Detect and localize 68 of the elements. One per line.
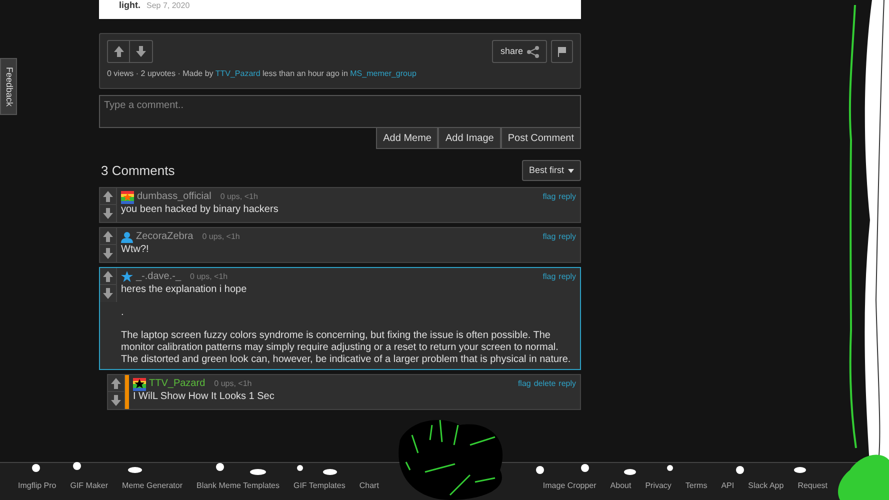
flag-button[interactable] (551, 40, 573, 63)
up-arrow-icon (114, 46, 124, 57)
comment-text: The laptop screen fuzzy colors syndrome is concerning, but fixing the issue is often possible. The monitor calibration patterns may simply require adjusting or a reset to return your screen to normal. The distorted and green look can, however, be indicative of a larger problem that is physical in nature. (121, 330, 572, 366)
comment-username[interactable]: ZecoraZebra (136, 230, 194, 244)
up-arrow-icon (103, 270, 113, 282)
sort-dropdown[interactable]: Best first (522, 160, 581, 181)
comment-meta: 0 ups, <1h (190, 271, 228, 283)
author-link[interactable]: TTV_Pazard (215, 69, 260, 78)
avatar-icon (121, 190, 134, 204)
flag-icon (558, 46, 566, 56)
comment-action-link[interactable]: reply (558, 190, 576, 204)
image-date: Sep 7, 2020 (146, 1, 190, 10)
comment-username[interactable]: TTV_Pazard (149, 377, 206, 391)
footer-link[interactable]: Terms (685, 480, 708, 492)
comment-action-link[interactable]: reply (558, 377, 576, 391)
footer-link[interactable]: Slack App (748, 480, 784, 492)
comments-heading: 3 Comments (101, 162, 175, 180)
comment-action-button[interactable]: Add Meme (376, 128, 438, 149)
footer-link[interactable]: Meme Generator (122, 480, 182, 492)
user-icon (121, 231, 133, 243)
comment-meta: 0 ups, <1h (202, 231, 240, 243)
feedback-tab[interactable]: Feedback (0, 58, 17, 115)
footer-link[interactable]: Privacy (645, 480, 672, 492)
comment-text: Wtw?! (121, 244, 150, 256)
group-link[interactable]: MS_memer_group (350, 69, 416, 78)
down-arrow-icon (103, 288, 113, 299)
footer-link[interactable]: Blank Meme Templates (196, 480, 280, 492)
comment-action-link[interactable]: flag (518, 377, 531, 391)
footer-link[interactable]: Request (798, 480, 828, 492)
down-arrow-icon (111, 395, 121, 406)
comment-text: heres the explanation i hope (121, 284, 248, 296)
down-arrow-icon (103, 248, 113, 259)
star-icon (121, 271, 133, 283)
comment-text: I WilL Show How It Looks 1 Sec (133, 391, 276, 403)
comment-username[interactable]: _-.dave.-_ (136, 270, 182, 284)
footer-link[interactable]: Imgflip Pro (18, 480, 56, 492)
comment-action-button[interactable]: Add Image (438, 128, 501, 149)
comment-text: . (121, 307, 125, 319)
footer-link[interactable]: About (610, 480, 632, 492)
down-arrow-icon (103, 208, 113, 219)
paint-splash-drawing (838, 454, 889, 500)
comment-username[interactable]: dumbass_official (137, 190, 212, 204)
footer-link[interactable]: API (721, 480, 734, 492)
comment-action-link[interactable]: reply (558, 230, 576, 244)
comment-action-button[interactable]: Post Comment (500, 128, 581, 149)
comment-action-link[interactable]: flag (542, 270, 556, 284)
footer-link[interactable]: GIF Templates (293, 480, 346, 492)
comment-meta: 0 ups, <1h (220, 191, 258, 203)
comment-field[interactable]: Type a comment.. (99, 95, 581, 128)
comment-action-link[interactable]: flag (542, 190, 556, 204)
avatar-icon (133, 378, 146, 390)
post-info: 0 views · 2 upvotes · Made by TTV_Pazard less than an hour ago in MS_memer_group (107, 68, 418, 80)
share-button[interactable]: share (492, 40, 547, 63)
footer-link[interactable]: Image Cropper (542, 480, 596, 492)
comment-action-link[interactable]: flag (542, 230, 556, 244)
share-icon (527, 46, 539, 58)
up-arrow-icon (103, 190, 113, 202)
footer-link[interactable]: Chart (359, 480, 379, 492)
up-arrow-icon (111, 378, 121, 388)
footer-link[interactable]: GIF Maker (70, 480, 108, 492)
comment-action-link[interactable]: delete (534, 377, 556, 391)
caret-icon (568, 168, 574, 172)
up-arrow-icon (103, 230, 113, 242)
comment-action-link[interactable]: reply (558, 270, 576, 284)
down-arrow-icon (136, 46, 146, 57)
comment-meta: 0 ups, <1h (214, 378, 252, 390)
image-caption: light. (119, 1, 140, 10)
comment-text: you been hacked by binary hackers (121, 204, 280, 216)
